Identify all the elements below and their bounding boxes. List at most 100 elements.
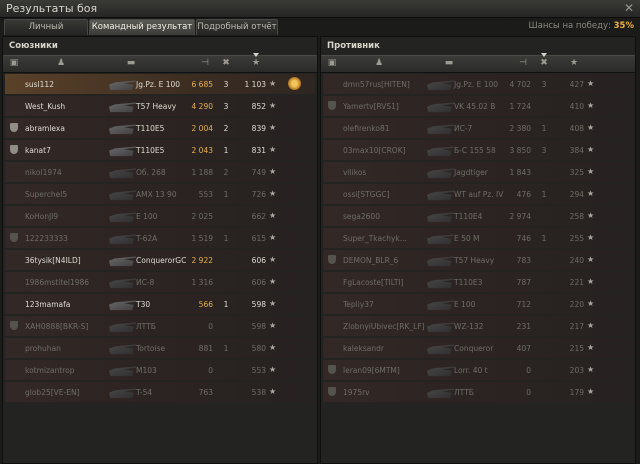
table-row[interactable]: DEMON_BLR_6 T57 Heavy 783 240 ★ — [323, 250, 633, 270]
win-chance-label: Шансы на победу: — [528, 21, 611, 31]
table-row[interactable]: nikol1974 Об. 268 1 188 2 749 ★ — [5, 162, 315, 182]
table-row[interactable]: leran09[6MTM] Lorr. 40 t 0 203 ★ — [323, 360, 633, 380]
frags-value: 1 — [223, 190, 229, 199]
xp-value: 384 — [569, 146, 584, 155]
table-row[interactable]: KoHonJl9 E 100 2 025 662 ★ — [5, 206, 315, 226]
damage-value: 0 — [208, 366, 213, 375]
damage-value: 0 — [526, 388, 531, 397]
player-name: FgLacoste[TILTI] — [343, 278, 404, 287]
table-row[interactable]: Tepliy37 E 100 712 220 ★ — [323, 294, 633, 314]
player-name: susl112 — [25, 80, 54, 89]
xp-value: 852 — [251, 102, 266, 111]
player-name: 122233333 — [25, 234, 68, 243]
vehicle-name: Jagdtiger — [454, 168, 488, 177]
tank-icon — [427, 124, 454, 135]
tank-icon — [109, 80, 136, 91]
tank-icon — [109, 146, 136, 157]
table-row[interactable]: kanat7 T110E5 2 043 1 831 ★ — [5, 140, 315, 160]
table-row[interactable]: Super_Tkachyk... E 50 M 746 1 255 ★ — [323, 228, 633, 248]
tank-icon — [109, 278, 136, 289]
table-row[interactable]: 36tysik[N4ILD] ConquerorGC 2 922 606 ★ — [5, 250, 315, 270]
player-icon[interactable]: ♟ — [373, 58, 385, 70]
table-row[interactable]: ossi[STGGC] WT auf Pz. IV 476 1 294 ★ — [323, 184, 633, 204]
player-icon[interactable]: ♟ — [55, 58, 67, 70]
vehicle-name: Jg.Pz. E 100 — [454, 80, 499, 89]
table-row[interactable]: dmn57rus[HITEN] Jg.Pz. E 100 4 702 3 427 ★ — [323, 74, 633, 94]
vehicle-name: T57 Heavy — [136, 102, 177, 111]
table-row[interactable]: Yamertv[RVS1] VK 45.02 B 1 724 410 ★ — [323, 96, 633, 116]
table-row[interactable]: kotmizantrop M103 0 553 ★ — [5, 360, 315, 380]
medal-icon[interactable] — [288, 77, 301, 90]
table-row[interactable]: 03max10[CROK] Б-С 155 58 3 850 3 384 ★ — [323, 140, 633, 160]
table-row[interactable]: FgLacoste[TILTI] T110E3 787 221 ★ — [323, 272, 633, 292]
star-icon: ★ — [587, 277, 595, 286]
table-row[interactable]: Superchel5 AMX 13 90 553 1 726 ★ — [5, 184, 315, 204]
tank-icon[interactable]: ▬ — [439, 58, 459, 70]
table-row[interactable]: glob25[VE-EN] T-54 763 538 ★ — [5, 382, 315, 402]
table-row[interactable]: ZlobnyiUbivec[RK_LF] WZ-132 231 217 ★ — [323, 316, 633, 336]
damage-value: 1 843 — [509, 168, 531, 177]
player-name: West_Kush — [25, 102, 66, 111]
damage-icon[interactable]: ⊣ — [517, 58, 529, 70]
frags-value: 1 — [541, 190, 547, 199]
xp-value: 217 — [569, 322, 584, 331]
damage-value: 407 — [516, 344, 531, 353]
player-name: 1975rv — [343, 388, 370, 397]
vehicle-name: T110E4 — [454, 212, 483, 221]
table-row[interactable]: XAH0888[BKR-S] ЛТТБ 0 598 ★ — [5, 316, 315, 336]
vehicle-name: WZ-132 — [454, 322, 484, 331]
star-icon: ★ — [269, 189, 277, 198]
table-row[interactable]: West_Kush T57 Heavy 4 290 3 852 ★ — [5, 96, 315, 116]
allies-list: susl112 Jg.Pz. E 100 6 685 3 1 103 ★ West_Kush… — [5, 74, 315, 404]
window-title: Результаты боя — [6, 2, 98, 15]
squad-icon[interactable]: ▣ — [327, 58, 337, 70]
squad-icon[interactable]: ▣ — [9, 58, 19, 70]
star-icon: ★ — [269, 343, 277, 352]
damage-value: 763 — [198, 388, 213, 397]
vehicle-name: Jg.Pz. E 100 — [136, 80, 181, 89]
damage-value: 4 290 — [191, 102, 213, 111]
frags-icon[interactable]: ✖ — [538, 53, 550, 70]
tank-icon — [427, 190, 454, 201]
xp-value: 408 — [569, 124, 584, 133]
tank-icon — [427, 322, 454, 333]
table-row[interactable]: sega2600 T110E4 2 974 258 ★ — [323, 206, 633, 226]
table-row[interactable]: abramlexa T110E5 2 004 2 839 ★ — [5, 118, 315, 138]
close-icon[interactable]: ✕ — [624, 1, 634, 15]
table-row[interactable]: 123mamafa T30 566 1 598 ★ — [5, 294, 315, 314]
table-row[interactable]: kaleksandr Conqueror 407 215 ★ — [323, 338, 633, 358]
player-name: Tepliy37 — [343, 300, 374, 309]
damage-value: 787 — [516, 278, 531, 287]
vehicle-name: T-54 — [136, 388, 153, 397]
damage-value: 553 — [198, 190, 213, 199]
player-name: Super_Tkachyk... — [343, 234, 407, 243]
tab-detailed-report[interactable]: Подробный отчёт — [196, 19, 278, 35]
player-name: abramlexa — [25, 124, 65, 133]
clan-icon — [10, 233, 18, 242]
tab-personal-result[interactable]: Личный результат — [4, 19, 88, 47]
table-row[interactable]: vilikos Jagdtiger 1 843 325 ★ — [323, 162, 633, 182]
player-name: kotmizantrop — [25, 366, 75, 375]
xp-value: 598 — [251, 300, 266, 309]
table-row[interactable]: 122233333 T-62A 1 519 1 615 ★ — [5, 228, 315, 248]
player-name: olefirenko81 — [343, 124, 390, 133]
xp-star-icon[interactable]: ★ — [250, 53, 262, 70]
xp-value: 553 — [251, 366, 266, 375]
table-row[interactable]: prohuhan Tortoise 881 1 580 ★ — [5, 338, 315, 358]
table-row[interactable]: 1975rv ЛТТБ 0 179 ★ — [323, 382, 633, 402]
player-name: glob25[VE-EN] — [25, 388, 80, 397]
table-row[interactable]: olefirenko81 ИС-7 2 380 1 408 ★ — [323, 118, 633, 138]
table-row[interactable]: 1986mstitel1986 ИС-8 1 316 606 ★ — [5, 272, 315, 292]
star-icon: ★ — [269, 167, 277, 176]
allies-panel: Союзники ▣ ♟ ▬ ⊣ ✖ ★ susl112 Jg.Pz. E 100… — [2, 36, 318, 464]
frags-icon[interactable]: ✖ — [220, 58, 232, 70]
tank-icon[interactable]: ▬ — [121, 58, 141, 70]
xp-value: 258 — [569, 212, 584, 221]
xp-star-icon[interactable]: ★ — [568, 58, 580, 70]
damage-icon[interactable]: ⊣ — [199, 58, 211, 70]
tab-team-result[interactable]: Командный результат — [89, 19, 195, 35]
star-icon: ★ — [587, 79, 595, 88]
frags-value: 1 — [223, 146, 229, 155]
player-name: dmn57rus[HITEN] — [343, 80, 410, 89]
table-row[interactable]: susl112 Jg.Pz. E 100 6 685 3 1 103 ★ — [5, 74, 315, 94]
